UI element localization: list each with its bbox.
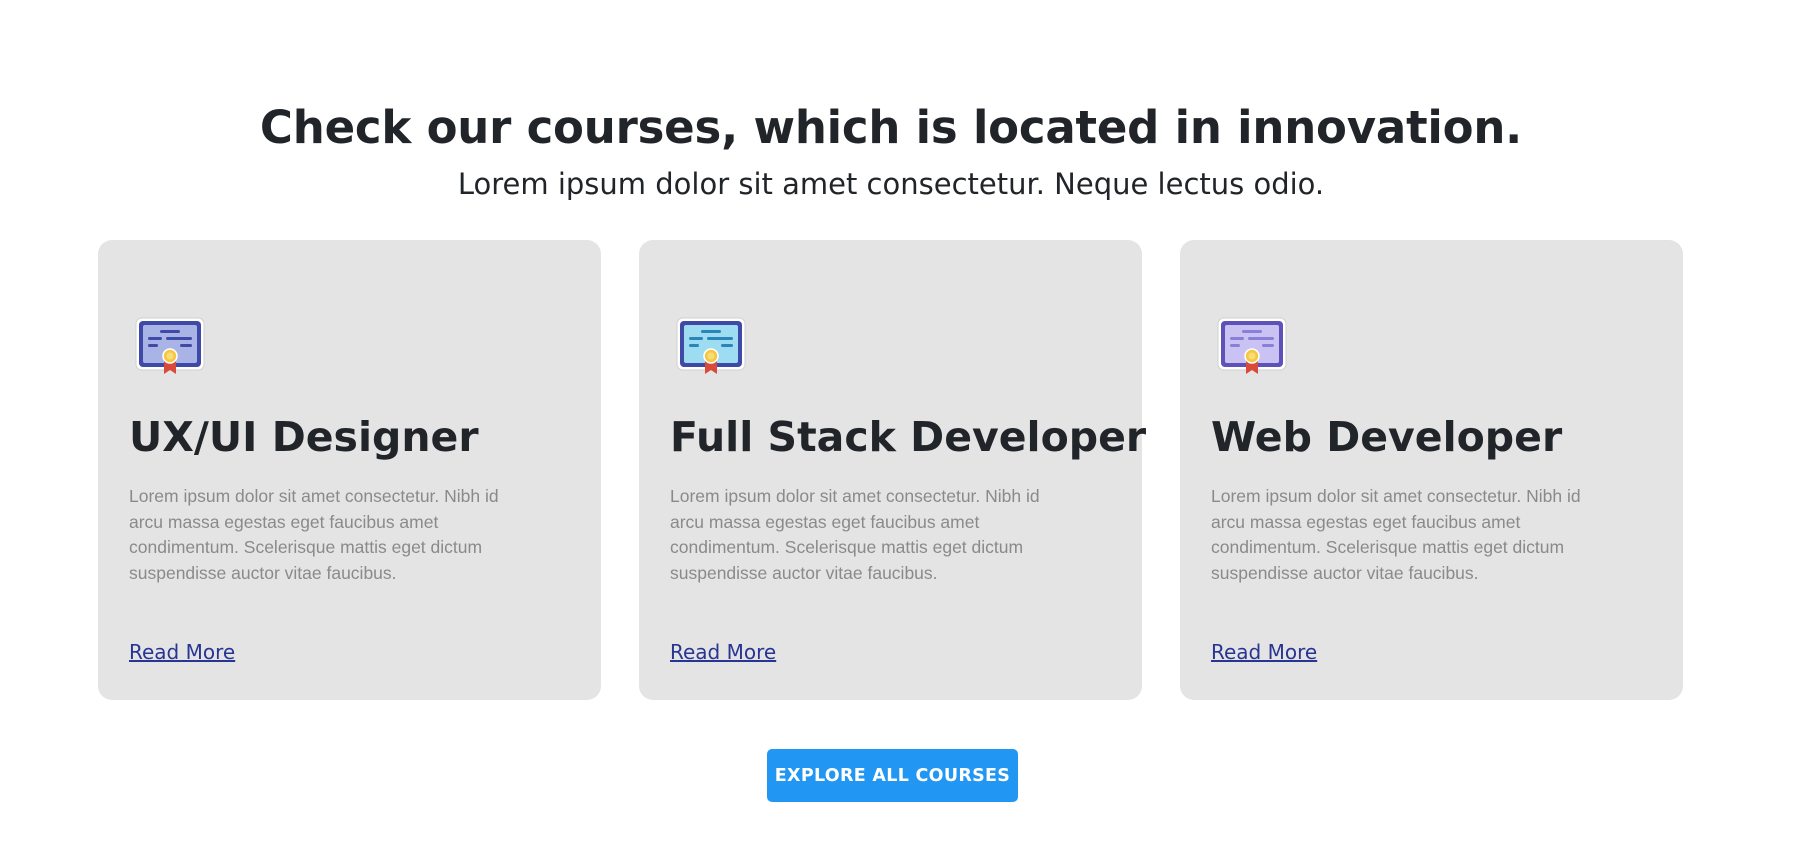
read-more-link[interactable]: Read More xyxy=(129,638,235,666)
courses-section: Check our courses, which is located in i… xyxy=(0,0,1812,862)
explore-all-courses-button[interactable]: EXPLORE ALL COURSES xyxy=(767,749,1018,802)
certificate-icon xyxy=(1216,316,1288,378)
course-description: Lorem ipsum dolor sit amet consectetur. … xyxy=(129,486,499,583)
course-title: UX/UI Designer xyxy=(129,413,479,461)
read-more-link[interactable]: Read More xyxy=(1211,638,1317,666)
certificate-icon-svg xyxy=(676,317,746,374)
section-title: Check our courses, which is located in i… xyxy=(259,101,1523,154)
course-card-full-stack-developer: Full Stack Developer Lorem ipsum dolor s… xyxy=(639,240,1146,700)
course-description: Lorem ipsum dolor sit amet consectetur. … xyxy=(670,486,1040,583)
course-description: Lorem ipsum dolor sit amet consectetur. … xyxy=(1211,486,1581,583)
certificate-icon-svg xyxy=(1217,317,1287,374)
course-cards: UX/UI Designer Lorem ipsum dolor sit ame… xyxy=(98,240,1683,700)
certificate-icon-svg xyxy=(135,317,205,374)
certificate-icon xyxy=(675,316,747,378)
course-card-ux-ui-designer: UX/UI Designer Lorem ipsum dolor sit ame… xyxy=(98,240,601,700)
section-header: Check our courses, which is located in i… xyxy=(0,98,1782,204)
course-card-web-developer: Web Developer Lorem ipsum dolor sit amet… xyxy=(1180,240,1683,700)
course-title: Web Developer xyxy=(1211,413,1563,461)
section-subtitle: Lorem ipsum dolor sit amet consectetur. … xyxy=(457,167,1325,201)
course-title: Full Stack Developer xyxy=(670,413,1147,461)
certificate-icon xyxy=(134,316,206,378)
read-more-link[interactable]: Read More xyxy=(670,638,776,666)
